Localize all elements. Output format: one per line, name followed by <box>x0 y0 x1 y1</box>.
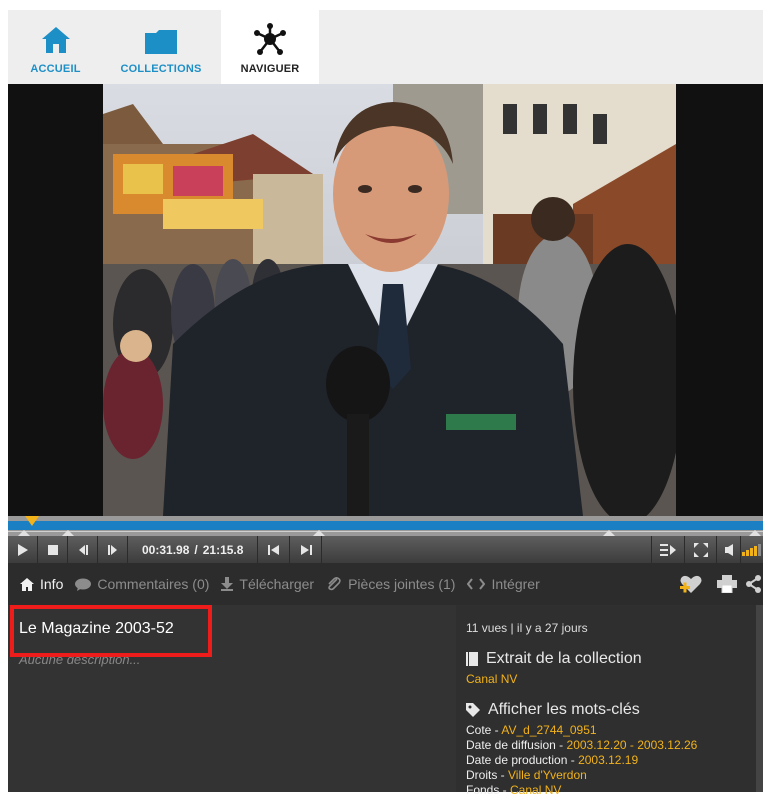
player-controls: 00:31.98 / 21:15.8 <box>8 536 763 563</box>
collection-heading-label: Extrait de la collection <box>486 650 642 667</box>
volume-level-icon <box>742 543 761 556</box>
current-time: 00:31.98 <box>142 542 190 557</box>
tab-accueil[interactable]: ACCUEIL <box>8 10 103 84</box>
playlist-icon <box>660 543 676 556</box>
download-icon <box>221 577 234 591</box>
meta-label: Date de production - <box>466 753 579 767</box>
tab-info-label: Info <box>40 576 64 592</box>
meta-row-cote: Cote - AV_d_2744_0951 <box>466 723 597 737</box>
share-button[interactable] <box>745 575 763 593</box>
tab-naviguer[interactable]: NAVIGUER <box>221 10 319 84</box>
paperclip-icon <box>328 577 341 591</box>
tab-comments[interactable]: Commentaires (0) <box>75 576 209 592</box>
meta-row-fonds: Fonds - Canal NV <box>466 783 561 797</box>
tab-accueil-label: ACCUEIL <box>30 63 81 75</box>
meta-value-link[interactable]: Canal NV <box>510 783 561 797</box>
media-tab-bar: Info Commentaires (0) Télécharger Pièces… <box>8 563 763 605</box>
tab-collections[interactable]: COLLECTIONS <box>103 10 219 84</box>
meta-label: Droits - <box>466 768 508 782</box>
tag-icon <box>466 703 480 717</box>
fullscreen-button[interactable] <box>685 536 717 563</box>
print-button[interactable] <box>709 575 745 593</box>
speaker-icon <box>724 543 733 556</box>
tab-collections-label: COLLECTIONS <box>120 63 202 75</box>
meta-value-link[interactable]: 2003.12.19 <box>578 753 638 767</box>
media-metadata-sidebar: 11 vues | il y a 27 jours Extrait de la … <box>456 605 756 797</box>
meta-value-link[interactable]: 2003.12.20 - 2003.12.26 <box>567 738 698 752</box>
tab-download[interactable]: Télécharger <box>221 576 314 592</box>
step-forward-icon <box>107 544 117 555</box>
meta-row-date-diffusion: Date de diffusion - 2003.12.20 - 2003.12… <box>466 738 697 752</box>
tab-naviguer-label: NAVIGUER <box>240 63 300 75</box>
share-icon <box>746 575 761 593</box>
favorite-button[interactable] <box>673 574 709 594</box>
collection-heading: Extrait de la collection <box>466 650 642 668</box>
meta-value-link[interactable]: Ville d'Yverdon <box>508 768 587 782</box>
playlist-button[interactable] <box>651 536 685 563</box>
book-icon <box>466 652 478 666</box>
play-button[interactable] <box>8 536 38 563</box>
keywords-toggle-label: Afficher les mots-clés <box>488 701 640 718</box>
play-icon <box>17 543 28 556</box>
fullscreen-icon <box>693 542 708 557</box>
media-info-panel: Aucune description... Le Magazine 2003-5… <box>8 605 763 797</box>
meta-label: Cote - <box>466 723 502 737</box>
view-count: 11 vues | il y a 27 jours <box>466 621 588 635</box>
tab-attachments[interactable]: Pièces jointes (1) <box>326 576 455 592</box>
network-icon <box>254 23 286 55</box>
collection-link[interactable]: Canal NV <box>466 672 517 686</box>
media-title: Le Magazine 2003-52 <box>19 620 174 637</box>
step-forward-button[interactable] <box>98 536 128 563</box>
meta-value-link[interactable]: AV_d_2744_0951 <box>501 723 596 737</box>
next-button[interactable] <box>290 536 323 563</box>
previous-button[interactable] <box>258 536 291 563</box>
step-back-button[interactable] <box>68 536 98 563</box>
meta-row-date-production: Date de production - 2003.12.19 <box>466 753 638 767</box>
volume-slider[interactable] <box>741 536 763 563</box>
home-icon <box>20 577 34 591</box>
folder-icon <box>145 30 177 54</box>
chapter-markers <box>18 530 761 536</box>
printer-icon <box>717 575 737 593</box>
tab-embed-label: Intégrer <box>491 576 540 592</box>
tab-attachments-label: Pièces jointes (1) <box>348 576 456 592</box>
mute-button[interactable] <box>717 536 741 563</box>
meta-label: Fonds - <box>466 783 511 797</box>
heart-plus-icon <box>680 575 702 593</box>
stop-icon <box>47 544 58 555</box>
time-separator: / <box>194 542 198 557</box>
code-icon <box>467 578 486 590</box>
skip-previous-icon <box>267 544 279 555</box>
top-navigation: ACCUEIL COLLECTIONS NAVIGUER <box>0 0 763 84</box>
sidebar-scrollbar[interactable] <box>756 605 763 792</box>
stop-button[interactable] <box>38 536 68 563</box>
video-player[interactable] <box>8 84 763 516</box>
tab-info[interactable]: Info <box>20 576 63 592</box>
tab-download-label: Télécharger <box>239 576 315 592</box>
video-frame[interactable] <box>103 84 676 516</box>
tab-comments-label: Commentaires (0) <box>97 576 210 592</box>
video-still-image <box>103 84 676 516</box>
home-icon <box>41 27 70 53</box>
keywords-toggle[interactable]: Afficher les mots-clés <box>466 701 640 719</box>
time-display: 00:31.98 / 21:15.8 <box>128 536 259 563</box>
media-description-area: Aucune description... Le Magazine 2003-5… <box>8 605 451 792</box>
timeline-track[interactable] <box>8 516 763 536</box>
total-time: 21:15.8 <box>202 542 244 557</box>
meta-row-droits: Droits - Ville d'Yverdon <box>466 768 587 782</box>
skip-next-icon <box>300 544 312 555</box>
comment-icon <box>75 578 92 591</box>
meta-label: Date de diffusion - <box>466 738 567 752</box>
step-back-icon <box>78 544 88 555</box>
tab-embed[interactable]: Intégrer <box>467 576 540 592</box>
